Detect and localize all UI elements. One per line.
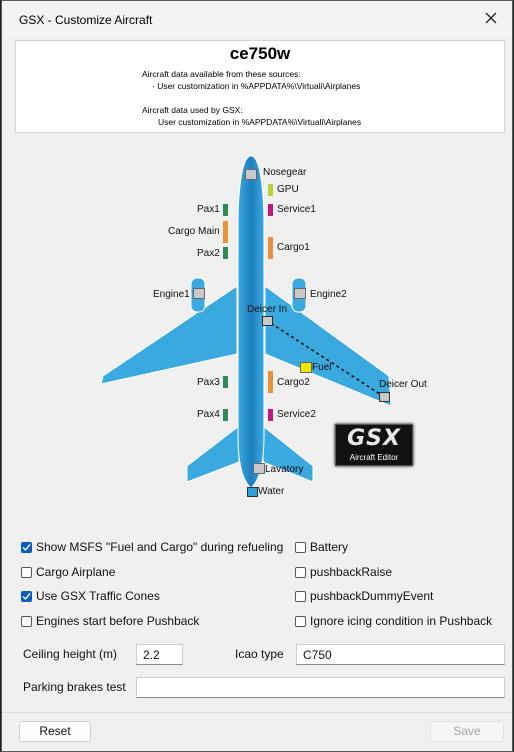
pax1-label: Pax1 (197, 204, 220, 215)
sources-header: Aircraft data available from these sourc… (142, 69, 301, 79)
cargo1-label: Cargo1 (277, 242, 310, 253)
parking-brakes-label: Parking brakes test (23, 680, 126, 694)
pax2-label: Pax2 (197, 248, 220, 259)
logo-big-text: GSX (347, 426, 401, 451)
pax4-label: Pax4 (197, 409, 220, 420)
gpu-marker[interactable] (268, 184, 273, 196)
use-traffic-cones-label: Use GSX Traffic Cones (36, 589, 160, 603)
pax2-marker[interactable] (223, 247, 228, 259)
cargo1-marker[interactable] (268, 237, 273, 259)
cargo-main-marker[interactable] (223, 221, 228, 243)
pax1-marker[interactable] (223, 204, 228, 216)
battery-checkbox[interactable]: Battery (295, 540, 348, 554)
water-label: Water (258, 486, 285, 497)
engine2-marker[interactable] (294, 288, 306, 299)
icao-type-label: Icao type (235, 647, 284, 661)
lavatory-label: Lavatory (265, 464, 304, 475)
service2-marker[interactable] (268, 409, 273, 421)
engines-start-before-pushback-checkbox[interactable]: Engines start before Pushback (21, 614, 199, 628)
ceiling-height-input[interactable]: 2.2 (136, 644, 183, 665)
water-marker[interactable] (247, 487, 258, 497)
fuel-label: Fuel (312, 362, 332, 373)
checkbox-unchecked-icon (21, 615, 32, 627)
service1-marker[interactable] (268, 204, 273, 216)
deicer-out-marker[interactable] (379, 392, 390, 402)
show-msfs-fuel-cargo-checkbox[interactable]: Show MSFS "Fuel and Cargo" during refuel… (21, 540, 283, 554)
checkbox-checked-icon (21, 541, 32, 553)
deicer-in-label: Deicer In (247, 304, 288, 315)
lavatory-marker[interactable] (253, 463, 265, 474)
save-button[interactable]: Save (430, 721, 504, 742)
checkbox-unchecked-icon (21, 566, 32, 578)
pax3-label: Pax3 (197, 377, 220, 388)
cargo-main-label: Cargo Main (168, 226, 220, 237)
nosegear-label: Nosegear (263, 167, 307, 178)
reset-button[interactable]: Reset (19, 721, 91, 742)
engines-start-before-pushback-label: Engines start before Pushback (36, 614, 200, 628)
checkbox-unchecked-icon (295, 541, 306, 553)
engine2-label: Engine2 (310, 289, 347, 300)
sources-item: · User customization in %APPDATA%\Virtua… (152, 81, 361, 91)
deicer-in-marker[interactable] (262, 316, 273, 326)
title-bar: GSX - Customize Aircraft (2, 1, 512, 37)
window-title: GSX - Customize Aircraft (19, 13, 153, 27)
gsx-aircraft-editor-logo: GSX Aircraft Editor (335, 424, 413, 466)
fuel-marker[interactable] (300, 362, 312, 373)
engine1-marker[interactable] (193, 288, 205, 299)
aircraft-silhouette (100, 155, 392, 489)
pax3-marker[interactable] (223, 376, 228, 388)
pushback-raise-label: pushbackRaise (310, 565, 393, 579)
used-item: User customization in %APPDATA%\Virtuali… (158, 117, 362, 127)
close-icon[interactable] (482, 9, 500, 27)
use-traffic-cones-checkbox[interactable]: Use GSX Traffic Cones (21, 589, 160, 603)
checkbox-unchecked-icon (295, 615, 306, 627)
aircraft-name: ce750w (229, 44, 291, 63)
service2-label: Service2 (277, 409, 316, 420)
aircraft-diagram: Nosegear GPU Service1 Pax1 Cargo Main Ca… (15, 136, 505, 508)
checkbox-unchecked-icon (295, 590, 306, 602)
gpu-label: GPU (277, 184, 299, 195)
engine1-label: Engine1 (153, 289, 190, 300)
cargo-airplane-checkbox[interactable]: Cargo Airplane (21, 565, 115, 579)
cargo2-label: Cargo2 (277, 377, 310, 388)
parking-brakes-input[interactable] (136, 677, 505, 698)
cargo2-marker[interactable] (268, 371, 273, 393)
customize-aircraft-window: GSX - Customize Aircraft ce750w Aircraft… (1, 0, 513, 752)
ignore-icing-label: Ignore icing condition in Pushback (310, 614, 493, 628)
ceiling-height-label: Ceiling height (m) (23, 647, 118, 661)
used-header: Aircraft data used by GSX: (142, 105, 243, 115)
pushback-dummy-event-checkbox[interactable]: pushbackDummyEvent (295, 589, 433, 603)
cargo-airplane-label: Cargo Airplane (36, 565, 116, 579)
deicer-out-label: Deicer Out (379, 379, 427, 390)
battery-label: Battery (310, 540, 349, 554)
checkbox-unchecked-icon (295, 566, 306, 578)
pushback-dummy-event-label: pushbackDummyEvent (310, 589, 434, 603)
checkbox-checked-icon (21, 590, 32, 602)
icao-type-input[interactable]: C750 (296, 644, 505, 665)
footer-divider (2, 712, 512, 713)
ignore-icing-checkbox[interactable]: Ignore icing condition in Pushback (295, 614, 492, 628)
show-msfs-fuel-cargo-label: Show MSFS "Fuel and Cargo" during refuel… (36, 540, 284, 554)
service1-label: Service1 (277, 204, 316, 215)
aircraft-info-panel: ce750w Aircraft data available from thes… (15, 40, 505, 133)
pax4-marker[interactable] (223, 409, 228, 421)
nosegear-marker[interactable] (245, 169, 257, 180)
pushback-raise-checkbox[interactable]: pushbackRaise (295, 565, 392, 579)
logo-small-text: Aircraft Editor (349, 453, 399, 462)
